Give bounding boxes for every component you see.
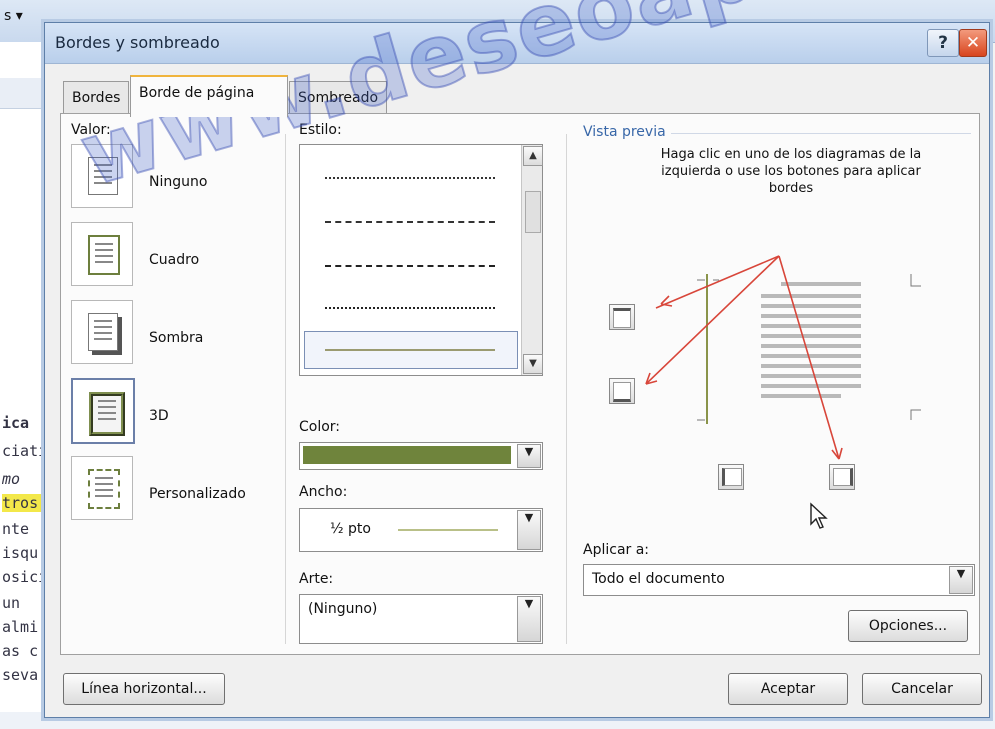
doc-fragment: isqu xyxy=(2,544,39,562)
apply-to-dropdown-button[interactable]: ▼ xyxy=(949,566,973,594)
background-document: ica ciati mo tros nte isqu osici un almi… xyxy=(0,42,45,729)
mouse-cursor-icon xyxy=(810,502,828,529)
doc-fragment: as c xyxy=(2,642,39,660)
tab-borde-de-pagina[interactable]: Borde de página xyxy=(130,75,288,117)
arrow-to-right-button xyxy=(778,255,840,460)
doc-fragment: almi xyxy=(2,618,39,636)
arrow-to-bottom-button xyxy=(645,255,780,385)
horizontal-line-button[interactable]: Línea horizontal... xyxy=(63,673,225,705)
apply-to-value: Todo el documento xyxy=(592,571,725,587)
arrow-to-top-button xyxy=(655,255,780,309)
ok-button[interactable]: Aceptar xyxy=(728,673,848,705)
doc-fragment: un xyxy=(2,594,21,612)
options-button[interactable]: Opciones... xyxy=(848,610,968,642)
column-divider xyxy=(285,134,286,644)
column-divider xyxy=(566,134,567,644)
doc-fragment: ciati xyxy=(2,442,45,460)
doc-fragment: mo xyxy=(2,470,21,488)
apply-to-label: Aplicar a: xyxy=(583,542,650,558)
ribbon-fragment: s ▾ xyxy=(4,8,23,24)
close-button[interactable]: ✕ xyxy=(959,29,987,57)
tab-panel: Valor: Ninguno Cuadro Sombra 3D Personal… xyxy=(60,113,980,655)
help-button[interactable]: ? xyxy=(927,29,959,57)
doc-fragment: tros xyxy=(2,494,45,512)
doc-fragment: ica xyxy=(2,414,30,432)
background-ruler xyxy=(0,78,45,109)
doc-fragment: osici xyxy=(2,568,45,586)
doc-fragment: seva xyxy=(2,666,39,684)
cancel-button[interactable]: Cancelar xyxy=(862,673,982,705)
dialog-title: Bordes y sombreado xyxy=(55,33,220,52)
apply-to-select[interactable]: Todo el documento ▼ xyxy=(583,564,975,596)
doc-fragment: nte xyxy=(2,520,30,538)
